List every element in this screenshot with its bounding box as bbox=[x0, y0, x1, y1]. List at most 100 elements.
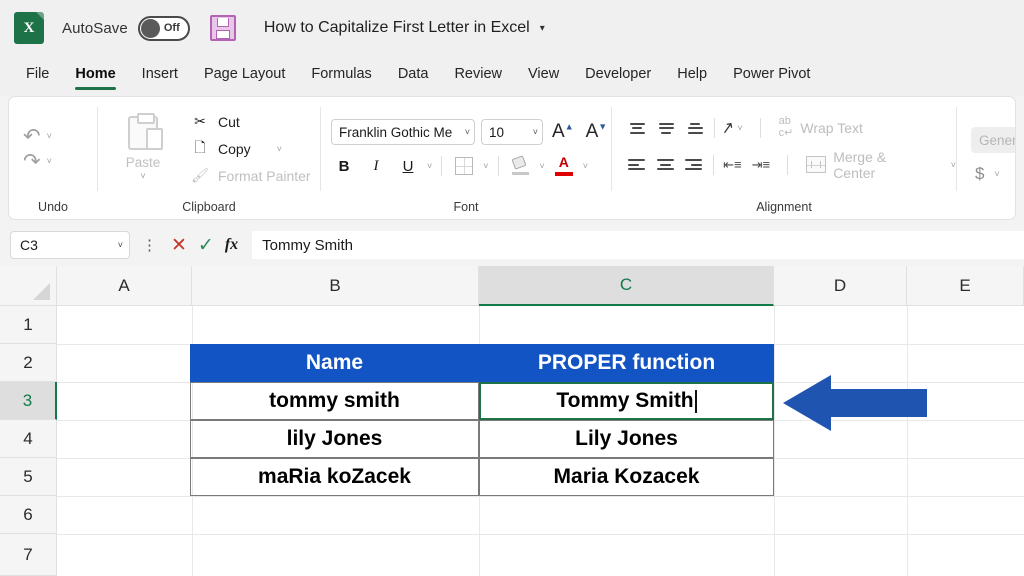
autosave-toggle[interactable]: Off bbox=[138, 16, 190, 41]
tab-view[interactable]: View bbox=[528, 66, 559, 86]
row-header-3[interactable]: 3 bbox=[0, 382, 57, 420]
wrap-text-icon: abc↵ bbox=[779, 116, 794, 139]
redo-caret-icon[interactable]: ˅ bbox=[47, 156, 52, 166]
tab-power-pivot[interactable]: Power Pivot bbox=[733, 66, 810, 86]
row-header-6[interactable]: 6 bbox=[0, 496, 57, 534]
name-box[interactable]: C3 ˅ bbox=[10, 231, 130, 259]
fill-color-icon bbox=[511, 156, 531, 176]
table-header-proper-function[interactable]: PROPER function bbox=[479, 344, 774, 382]
tab-developer[interactable]: Developer bbox=[585, 66, 651, 86]
borders-button[interactable] bbox=[451, 154, 477, 178]
text-caret bbox=[695, 390, 697, 413]
undo-button[interactable]: ↶ ˅ bbox=[23, 126, 52, 147]
cut-label: Cut bbox=[218, 114, 240, 130]
copy-button[interactable]: 🗋 Copy ˅ bbox=[190, 139, 311, 159]
tab-data[interactable]: Data bbox=[398, 66, 429, 86]
name-box-value: C3 bbox=[20, 237, 38, 253]
tab-help[interactable]: Help bbox=[677, 66, 707, 86]
column-header-d[interactable]: D bbox=[774, 266, 907, 306]
paste-button[interactable]: Paste ˅ bbox=[106, 116, 180, 181]
column-header-a[interactable]: A bbox=[57, 266, 192, 306]
document-title-caret-icon[interactable]: ▾ bbox=[540, 23, 545, 34]
format-painter-button[interactable]: 🖌 Format Painter bbox=[190, 166, 311, 186]
italic-button[interactable]: I bbox=[363, 154, 389, 178]
row-header-2[interactable]: 2 bbox=[0, 344, 57, 382]
paste-caret-icon[interactable]: ˅ bbox=[140, 171, 145, 181]
increase-indent-button[interactable]: ⇥≡ bbox=[748, 155, 774, 175]
gridline-horizontal bbox=[57, 496, 1024, 497]
bold-button[interactable]: B bbox=[331, 154, 357, 178]
fill-color-caret-icon[interactable]: ˅ bbox=[540, 161, 545, 171]
currency-caret-icon[interactable]: ˅ bbox=[994, 169, 999, 179]
decrease-indent-button[interactable]: ⇤≡ bbox=[720, 155, 746, 175]
redo-button[interactable]: ↷ ˅ bbox=[23, 151, 52, 172]
insert-function-icon[interactable]: fx bbox=[225, 236, 238, 254]
tab-insert[interactable]: Insert bbox=[142, 66, 178, 86]
formula-bar-kebab-icon[interactable]: ⋮ bbox=[142, 238, 157, 253]
row-header-7[interactable]: 7 bbox=[0, 534, 57, 576]
align-middle-button[interactable] bbox=[653, 117, 679, 139]
tab-file[interactable]: File bbox=[26, 66, 49, 86]
name-box-caret-icon[interactable]: ˅ bbox=[118, 240, 123, 250]
save-floppy-icon[interactable] bbox=[210, 15, 236, 41]
column-header-c[interactable]: C bbox=[479, 266, 774, 306]
font-size-caret-icon[interactable]: ˅ bbox=[528, 127, 538, 137]
table-header-name[interactable]: Name bbox=[190, 344, 479, 382]
font-color-caret-icon[interactable]: ˅ bbox=[583, 161, 588, 171]
font-size-input[interactable]: 10 ˅ bbox=[481, 119, 543, 145]
underline-caret-icon[interactable]: ˅ bbox=[427, 161, 432, 171]
undo-caret-icon[interactable]: ˅ bbox=[47, 131, 52, 141]
cell-c4[interactable]: Lily Jones bbox=[479, 420, 774, 458]
cell-b3[interactable]: tommy smith bbox=[190, 382, 479, 420]
tab-page-layout[interactable]: Page Layout bbox=[204, 66, 285, 86]
wrap-text-button[interactable]: abc↵ Wrap Text bbox=[779, 116, 863, 139]
tab-home[interactable]: Home bbox=[75, 66, 115, 86]
merge-center-caret-icon[interactable]: ˅ bbox=[951, 160, 956, 170]
cut-button[interactable]: ✂ Cut bbox=[190, 112, 311, 132]
font-color-button[interactable]: A bbox=[551, 154, 577, 178]
ribbon-tab-bar: File Home Insert Page Layout Formulas Da… bbox=[0, 56, 1024, 96]
document-title: How to Capitalize First Letter in Excel bbox=[264, 19, 530, 37]
increase-font-size-button[interactable]: A▲ bbox=[549, 121, 577, 143]
column-header-e[interactable]: E bbox=[907, 266, 1024, 306]
gridline-vertical bbox=[907, 306, 908, 576]
row-header-4[interactable]: 4 bbox=[0, 420, 57, 458]
row-header-5[interactable]: 5 bbox=[0, 458, 57, 496]
cell-b5[interactable]: maRia koZacek bbox=[190, 458, 479, 496]
enter-icon[interactable]: ✓ bbox=[198, 236, 214, 255]
font-name-caret-icon[interactable]: ˅ bbox=[460, 127, 470, 137]
currency-format-button[interactable]: $ bbox=[975, 164, 984, 184]
tab-formulas[interactable]: Formulas bbox=[311, 66, 371, 86]
fill-color-button[interactable] bbox=[508, 154, 534, 178]
row-header-1[interactable]: 1 bbox=[0, 306, 57, 344]
align-center-button[interactable] bbox=[653, 154, 679, 176]
underline-button[interactable]: U bbox=[395, 154, 421, 178]
copy-label: Copy bbox=[218, 141, 251, 157]
tab-review[interactable]: Review bbox=[454, 66, 502, 86]
number-group-label bbox=[957, 214, 1015, 219]
cell-c5[interactable]: Maria Kozacek bbox=[479, 458, 774, 496]
column-header-b[interactable]: B bbox=[192, 266, 479, 306]
borders-caret-icon[interactable]: ˅ bbox=[483, 161, 488, 171]
formula-input[interactable]: Tommy Smith bbox=[252, 231, 1024, 259]
title-bar: X AutoSave Off How to Capitalize First L… bbox=[0, 0, 1024, 56]
paste-label: Paste bbox=[126, 155, 161, 170]
merge-center-button[interactable]: Merge & Center ˅ bbox=[806, 149, 956, 181]
font-name-input[interactable]: Franklin Gothic Me ˅ bbox=[331, 119, 475, 145]
cell-c3-text: Tommy Smith bbox=[556, 389, 693, 413]
copy-caret-icon[interactable]: ˅ bbox=[277, 144, 282, 154]
align-bottom-button[interactable] bbox=[682, 117, 708, 139]
align-left-button[interactable] bbox=[624, 154, 650, 176]
select-all-corner[interactable] bbox=[0, 266, 57, 306]
cancel-icon[interactable]: ✕ bbox=[171, 236, 187, 255]
align-top-button[interactable] bbox=[624, 117, 650, 139]
align-right-button[interactable] bbox=[681, 154, 707, 176]
orientation-icon[interactable]: ↗ bbox=[719, 117, 736, 139]
paintbrush-icon: 🖌 bbox=[190, 166, 210, 186]
orientation-caret-icon[interactable]: ˅ bbox=[737, 123, 742, 133]
cell-b4[interactable]: lily Jones bbox=[190, 420, 479, 458]
decrease-font-size-button[interactable]: A▼ bbox=[583, 121, 611, 143]
cell-c3[interactable]: Tommy Smith bbox=[479, 382, 774, 420]
copy-icon: 🗋 bbox=[190, 139, 210, 159]
number-format-select[interactable]: General bbox=[971, 127, 1015, 153]
